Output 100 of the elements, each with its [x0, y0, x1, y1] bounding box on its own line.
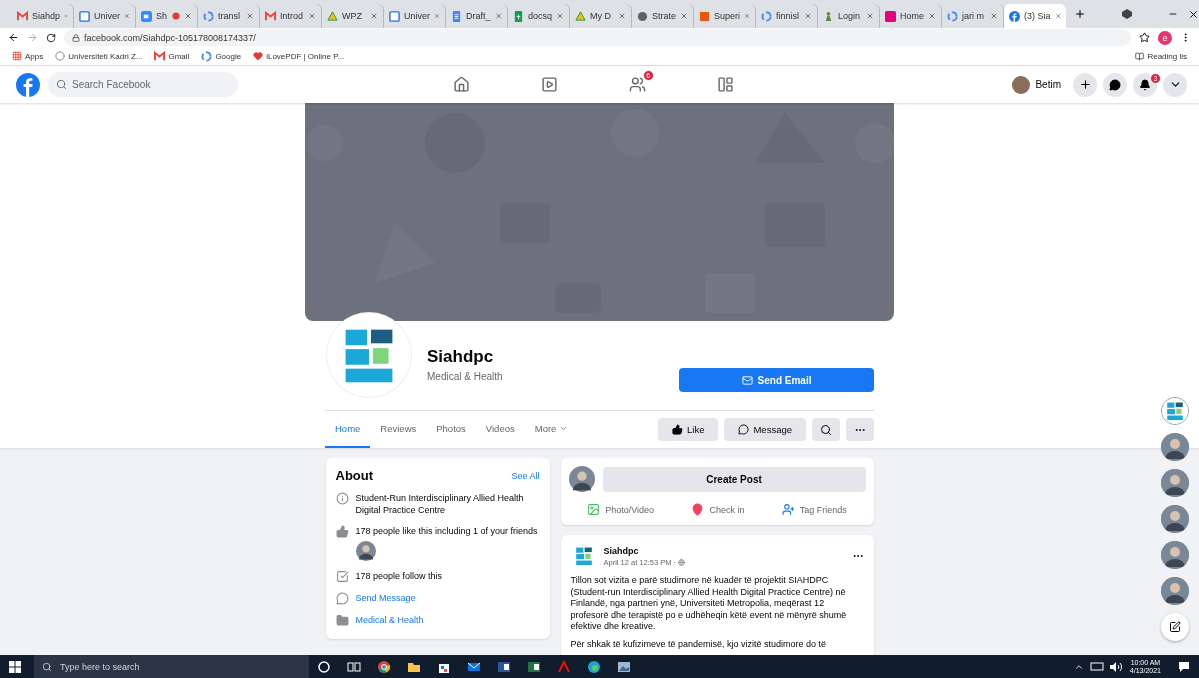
pdf-icon: [557, 659, 571, 674]
profile-avatar[interactable]: e: [1158, 30, 1172, 45]
profile-link[interactable]: Betim: [1009, 72, 1067, 97]
post-action[interactable]: Check in: [685, 500, 751, 519]
see-all-link[interactable]: See All: [511, 470, 540, 481]
page-tab[interactable]: Photos: [426, 411, 476, 448]
bell-icon: [1139, 78, 1151, 91]
envelope-icon: [741, 374, 753, 386]
page-tab[interactable]: More: [524, 411, 579, 448]
image-icon: [617, 659, 631, 674]
create-post-button[interactable]: Create Post: [602, 466, 866, 492]
message-button[interactable]: Message: [724, 418, 806, 441]
post-action[interactable]: Photo/Video: [581, 500, 661, 519]
edge-icon: [587, 659, 601, 674]
card-title: About: [335, 468, 374, 483]
account-menu-button[interactable]: [1163, 72, 1187, 97]
info-icon: [335, 492, 349, 505]
home-icon: [453, 76, 471, 93]
bookmark[interactable]: Gmail: [154, 50, 190, 62]
back-icon[interactable]: [8, 32, 19, 43]
page-name: Siahdpc: [427, 347, 495, 367]
chrome-icon: [377, 659, 391, 674]
avatar: [1161, 433, 1189, 461]
about-link[interactable]: Send Message: [355, 592, 416, 604]
avatar: [1161, 577, 1189, 605]
avatar: [1161, 541, 1189, 569]
network-icon[interactable]: [1089, 661, 1104, 672]
photo-icon: [587, 503, 601, 516]
browser-tab[interactable]: (3) Sia: [1004, 4, 1066, 28]
envelope-icon: [265, 10, 276, 22]
search-icon: [820, 423, 832, 436]
taskbar-search-field[interactable]: Type here to search: [34, 655, 309, 678]
speech-bubble-icon: [1178, 660, 1190, 673]
bookmark-star-icon[interactable]: [1139, 32, 1150, 43]
envelope-icon: [17, 10, 28, 22]
reading-list[interactable]: Reading lis: [1135, 51, 1187, 61]
bookmark[interactable]: Universiteti Kadri Z...: [55, 51, 143, 61]
address-bar[interactable]: facebook.com/Siahdpc-105178008174337/: [64, 29, 1131, 46]
like-button[interactable]: Like: [658, 418, 719, 441]
post-action[interactable]: Tag Friends: [775, 500, 853, 519]
post-author[interactable]: Siahdpc: [603, 545, 845, 556]
facebook-logo-icon[interactable]: [16, 72, 40, 97]
bookmark[interactable]: Google: [201, 50, 242, 62]
location-pin-icon: [691, 503, 705, 516]
video-icon: [541, 76, 559, 93]
create-button[interactable]: [1073, 72, 1097, 97]
square-icon: [885, 10, 896, 22]
bookmark[interactable]: Apps: [12, 51, 44, 61]
avatar: [1012, 75, 1031, 94]
close-icon[interactable]: [1188, 8, 1199, 20]
user-add-icon: [781, 503, 795, 516]
square-icon: [699, 10, 710, 22]
page-category: Medical & Health: [427, 371, 504, 382]
search-icon: [56, 79, 67, 90]
avatar: [1161, 505, 1189, 533]
excel-icon: [527, 659, 541, 674]
friend-avatar: [355, 541, 376, 561]
document-icon: [451, 10, 462, 22]
reload-icon[interactable]: [46, 32, 56, 43]
calendar-icon: [389, 10, 400, 22]
facebook-icon: [1009, 10, 1020, 22]
volume-icon[interactable]: [1109, 661, 1122, 672]
page-tab[interactable]: Videos: [475, 411, 525, 448]
search-field[interactable]: Search Facebook: [48, 72, 238, 97]
chat-bubble-icon: [1109, 78, 1121, 91]
send-email-button[interactable]: Send Email: [679, 368, 874, 392]
about-text: Student-Run Interdisciplinary Allied Health Digital Practice Centre: [355, 492, 525, 516]
chat-bubble-icon: [335, 592, 349, 605]
search-icon: [42, 661, 52, 672]
check-icon: [335, 570, 349, 583]
about-link[interactable]: Medical & Health: [355, 614, 424, 626]
thumbs-up-icon: [672, 424, 683, 435]
lock-icon: [72, 33, 80, 42]
group-icon: [629, 76, 647, 93]
windows-icon: [9, 660, 21, 673]
avatar: [1161, 469, 1189, 497]
camera-icon: [141, 10, 152, 22]
compose-icon: [1169, 621, 1181, 633]
calendar-icon: [79, 10, 90, 22]
pawn-icon: [823, 10, 834, 22]
chat-bubble-icon: [738, 424, 750, 435]
triangle-icon: [327, 10, 338, 22]
messenger-button[interactable]: [1103, 72, 1127, 97]
post-text: Për shkak të kufizimeve të pandemisë, kjo vizitë studimore do të: [570, 638, 828, 650]
folder-icon: [335, 614, 349, 627]
search-button[interactable]: [812, 418, 840, 441]
page-tab[interactable]: Home: [325, 411, 371, 448]
new-tab-icon[interactable]: [1074, 8, 1086, 20]
page-tab[interactable]: Reviews: [370, 411, 427, 448]
spreadsheet-icon: [513, 10, 524, 22]
about-text: 178 people follow this: [355, 570, 443, 582]
circle-icon: [317, 659, 331, 674]
triangle-icon: [575, 10, 586, 22]
post-text: Tillon sot vizita e parë studimore në kuadër të projektit SIAHDPC (Student-run Interdisciplinary Allied Health Digital Practice Centre) në Finlandë, nga partneri ynë, Universiteti Metropolia, meqërast 12 profesorë dhe terapistë po e udhëheqin këtë event në mënyrë shumë efektive dhe kreative.: [570, 575, 848, 633]
bookmark[interactable]: iLovePDF | Online P...: [253, 51, 345, 61]
user-avatar: [568, 466, 595, 492]
about-text: 178 people like this including 1 of your friends: [355, 525, 538, 537]
panel-icon: [717, 76, 735, 93]
heart-icon: [253, 51, 264, 61]
book-icon: [1135, 51, 1145, 61]
